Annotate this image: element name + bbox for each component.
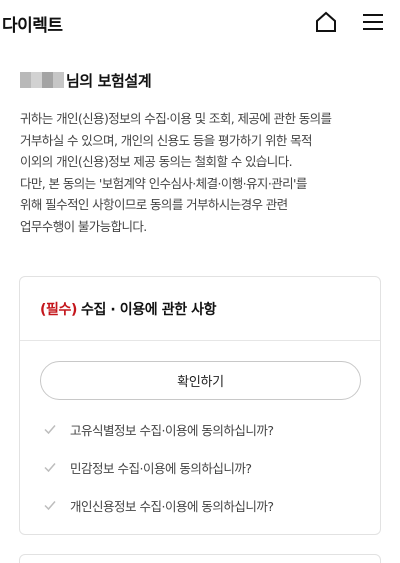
greeting: 님의 보험설계 — [20, 68, 152, 92]
blur-block — [42, 72, 53, 88]
consent-card-title: 수집 · 이용에 관한 사항 — [80, 301, 217, 318]
blur-block — [20, 72, 31, 88]
next-consent-card — [19, 554, 381, 563]
blur-block — [31, 72, 42, 88]
app-header: 다이렉트 — [0, 0, 400, 46]
blurred-user-name — [20, 72, 64, 88]
required-tag: (필수) — [40, 301, 77, 318]
check-icon — [44, 425, 56, 435]
consent-card-header: (필수) 수집 · 이용에 관한 사항 — [20, 277, 380, 341]
greeting-label: 님의 보험설계 — [66, 71, 152, 90]
home-icon[interactable] — [315, 11, 337, 33]
notice-line: 업무수행이 불가능합니다. — [20, 218, 147, 234]
confirm-button[interactable]: 확인하기 — [40, 361, 361, 400]
page-title: 다이렉트 — [2, 16, 63, 36]
check-icon — [44, 501, 56, 511]
consent-notice: 귀하는 개인(신용)정보의 수집·이용 및 조회, 제공에 관한 동의를 거부하… — [20, 108, 382, 237]
blur-block — [53, 72, 64, 88]
notice-line: 이외의 개인(신용)정보 제공 동의는 철회할 수 있습니다. — [20, 154, 293, 169]
notice-line: 다만, 본 동의는 '보험계약 인수심사·체결·이행·유지·관리'를 — [20, 175, 307, 191]
consent-card: (필수) 수집 · 이용에 관한 사항 확인하기 고유식별정보 수집·이용에 동… — [19, 276, 381, 535]
consent-item-credit[interactable]: 개인신용정보 수집·이용에 동의하십니까? — [42, 494, 274, 516]
consent-item-unique-id[interactable]: 고유식별정보 수집·이용에 동의하십니까? — [42, 418, 274, 440]
hamburger-menu-icon[interactable] — [362, 12, 384, 32]
notice-line: 위해 필수적인 사항이므로 동의를 거부하시는경우 관련 — [20, 197, 288, 212]
notice-line: 거부하실 수 있으며, 개인의 신용도 등을 평가하기 위한 목적 — [20, 132, 313, 148]
check-icon — [44, 463, 56, 473]
notice-line: 귀하는 개인(신용)정보의 수집·이용 및 조회, 제공에 관한 동의를 — [20, 111, 332, 126]
consent-item-label: 개인신용정보 수집·이용에 동의하십니까? — [70, 498, 274, 514]
consent-item-label: 고유식별정보 수집·이용에 동의하십니까? — [70, 422, 274, 438]
consent-item-sensitive[interactable]: 민감정보 수집·이용에 동의하십니까? — [42, 456, 252, 478]
consent-item-label: 민감정보 수집·이용에 동의하십니까? — [70, 460, 252, 476]
